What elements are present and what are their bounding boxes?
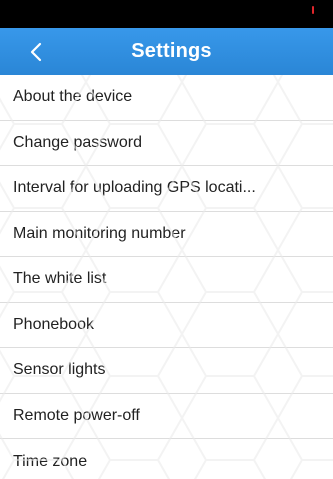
settings-item-main-monitoring-number[interactable]: Main monitoring number xyxy=(0,212,333,257)
settings-list: About the device Change password Interva… xyxy=(0,75,333,479)
settings-screen: Settings About the device Change passwor… xyxy=(0,0,333,479)
chevron-left-icon xyxy=(30,42,42,61)
settings-item-gps-upload-interval[interactable]: Interval for uploading GPS locati... xyxy=(0,166,333,212)
settings-item-sensor-lights[interactable]: Sensor lights xyxy=(0,348,333,394)
page-title: Settings xyxy=(131,40,212,62)
settings-item-change-password[interactable]: Change password xyxy=(0,121,333,166)
settings-item-remote-power-off[interactable]: Remote power-off xyxy=(0,394,333,439)
settings-item-phonebook[interactable]: Phonebook xyxy=(0,303,333,348)
status-bar xyxy=(0,0,333,28)
settings-item-time-zone[interactable]: Time zone xyxy=(0,439,333,479)
navigation-bar: Settings xyxy=(0,28,333,75)
settings-item-white-list[interactable]: The white list xyxy=(0,257,333,303)
back-button[interactable] xyxy=(14,28,58,75)
settings-item-about-device[interactable]: About the device xyxy=(0,75,333,121)
status-indicator-icon xyxy=(312,6,314,14)
